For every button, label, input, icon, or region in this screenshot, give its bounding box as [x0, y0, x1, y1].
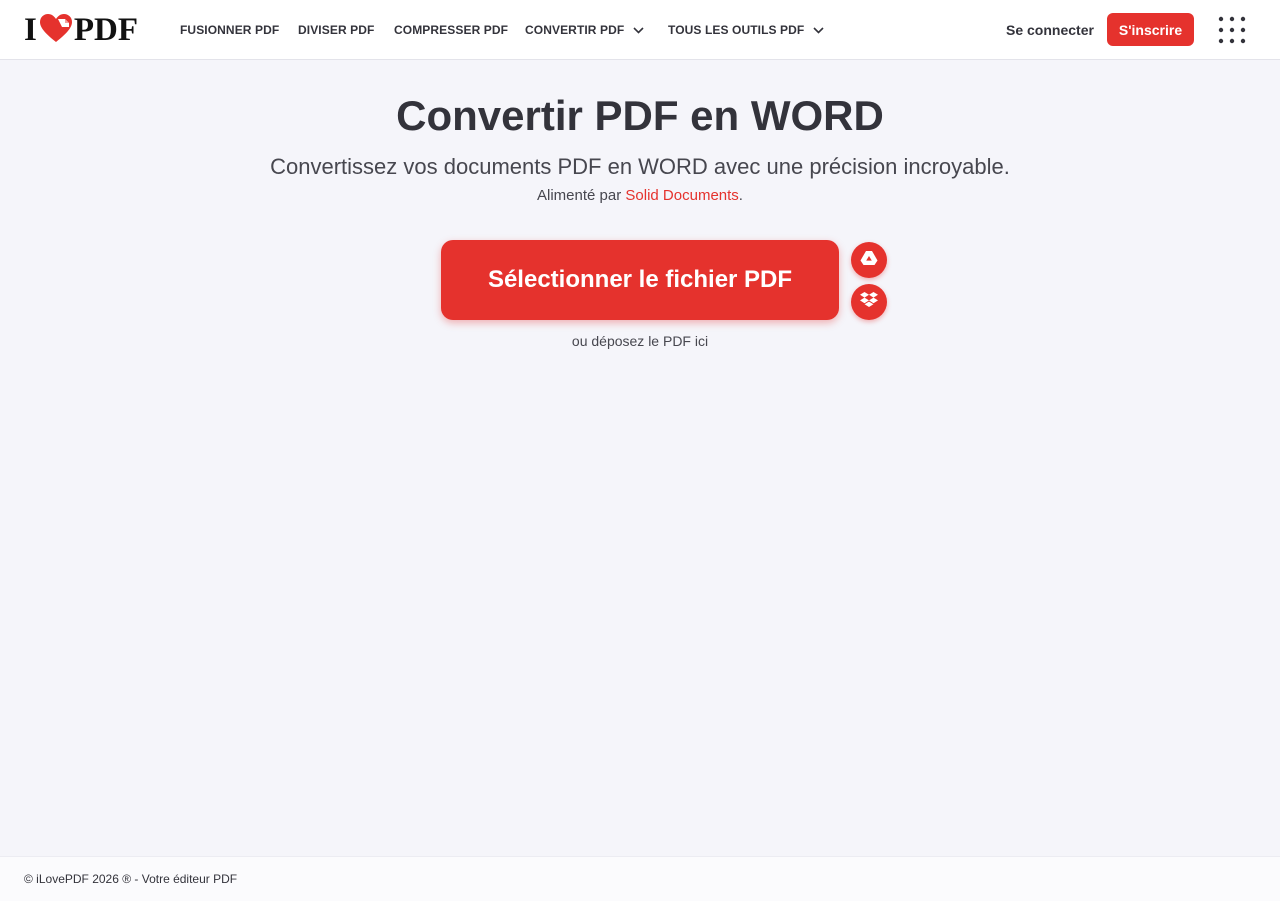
powered-by: Alimenté par Solid Documents. — [0, 187, 1280, 204]
nav-merge-pdf-label: FUSIONNER PDF — [180, 22, 280, 37]
grid-apps-icon[interactable] — [1218, 16, 1246, 44]
nav-convert-pdf[interactable]: CONVERTIR PDF — [525, 0, 644, 59]
google-drive-button[interactable] — [851, 242, 887, 278]
drop-hint-text: ou déposez le PDF ici — [571, 333, 709, 349]
select-pdf-file-button[interactable]: Sélectionner le fichier PDF — [441, 240, 839, 320]
nav-compress-pdf[interactable]: COMPRESSER PDF — [394, 0, 508, 59]
chevron-down-icon — [813, 23, 824, 37]
top-navbar: I PDF FUSIONNER PDF DIVISER PDF COMPRESS… — [0, 0, 1280, 60]
google-drive-icon — [860, 250, 878, 271]
logo-text-left: I — [24, 12, 37, 48]
login-label: Se connecter — [1006, 21, 1094, 38]
powered-prefix: Alimenté par — [537, 187, 622, 204]
page-title: Convertir PDF en WORD — [396, 92, 884, 139]
solid-documents-link[interactable]: Solid Documents — [625, 187, 738, 204]
ilovepdf-logo[interactable]: I PDF — [24, 12, 138, 48]
dropbox-icon — [860, 291, 878, 313]
footer: © iLovePDF 2026 ® - Votre éditeur PDF — [0, 856, 1280, 901]
login-link[interactable]: Se connecter — [1006, 0, 1094, 59]
nav-compress-pdf-label: COMPRESSER PDF — [394, 22, 509, 37]
nav-split-pdf-label: DIVISER PDF — [298, 22, 375, 37]
chevron-down-icon — [633, 23, 644, 37]
heart-logo-icon — [39, 13, 73, 48]
nav-split-pdf[interactable]: DIVISER PDF — [298, 0, 374, 59]
footer-copyright: © iLovePDF 2026 ® - Votre éditeur PDF — [24, 872, 238, 886]
nav-all-tools[interactable]: TOUS LES OUTILS PDF — [668, 0, 824, 59]
powered-suffix: . — [738, 187, 743, 204]
page-subtitle: Convertissez vos documents PDF en WORD a… — [270, 154, 1010, 179]
signup-button[interactable]: S'inscrire — [1107, 13, 1194, 46]
dropbox-button[interactable] — [851, 284, 887, 320]
nav-all-tools-label: TOUS LES OUTILS PDF — [668, 22, 805, 37]
nav-convert-pdf-label: CONVERTIR PDF — [525, 22, 625, 37]
nav-merge-pdf[interactable]: FUSIONNER PDF — [180, 0, 279, 59]
signup-label: S'inscrire — [1118, 21, 1183, 38]
logo-text-right: PDF — [73, 12, 138, 48]
